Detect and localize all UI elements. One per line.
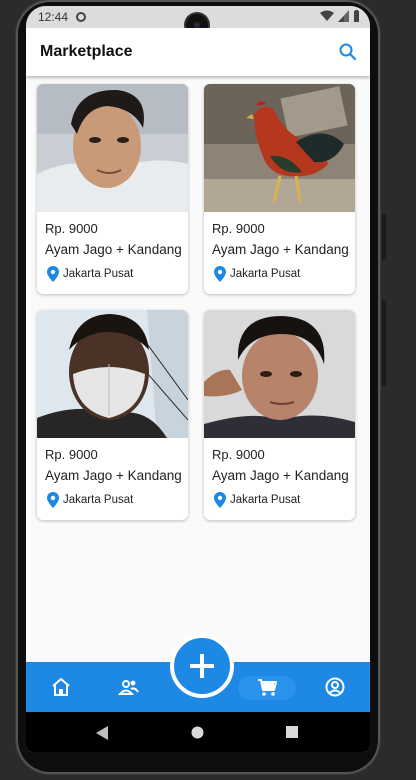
- home-icon[interactable]: [50, 676, 72, 698]
- location-pin-icon: [214, 266, 226, 282]
- cart-icon[interactable]: [256, 676, 278, 698]
- location-text: Jakarta Pusat: [63, 268, 134, 280]
- product-location: Jakarta Pusat: [47, 266, 133, 282]
- product-location: Jakarta Pusat: [47, 492, 133, 508]
- product-title: Ayam Jago + Kandang: [45, 242, 182, 257]
- app-screen: 12:44 Marketplace Rp. 9000 Ayam Jago + K…: [26, 6, 370, 752]
- people-icon[interactable]: [118, 676, 140, 698]
- product-location: Jakarta Pusat: [214, 492, 300, 508]
- power-button: [382, 300, 386, 386]
- add-button[interactable]: [170, 634, 234, 698]
- settings-icon: [76, 12, 87, 22]
- search-icon[interactable]: [338, 42, 358, 62]
- location-text: Jakarta Pusat: [230, 494, 301, 506]
- system-navigation-bar: [26, 712, 370, 752]
- product-price: Rp. 9000: [45, 221, 98, 236]
- location-text: Jakarta Pusat: [63, 494, 134, 506]
- recents-icon[interactable]: [286, 726, 298, 738]
- product-card[interactable]: Rp. 9000 Ayam Jago + Kandang Jakarta Pus…: [204, 84, 355, 294]
- location-pin-icon: [47, 492, 59, 508]
- app-bar: Marketplace: [26, 28, 370, 76]
- signal-icon: [338, 10, 349, 22]
- status-icons: [320, 10, 360, 22]
- add-icon: [190, 654, 214, 678]
- product-title: Ayam Jago + Kandang: [212, 468, 349, 483]
- volume-button: [382, 214, 386, 260]
- product-location: Jakarta Pusat: [214, 266, 300, 282]
- location-text: Jakarta Pusat: [230, 268, 301, 280]
- product-price: Rp. 9000: [212, 447, 265, 462]
- account-icon[interactable]: [324, 676, 346, 698]
- home-button-icon[interactable]: [191, 726, 204, 739]
- back-icon[interactable]: [96, 726, 108, 740]
- young-man-selfie-photo: [204, 310, 355, 438]
- product-card[interactable]: Rp. 9000 Ayam Jago + Kandang Jakarta Pus…: [37, 84, 188, 294]
- battery-icon: [354, 10, 359, 22]
- product-title: Ayam Jago + Kandang: [212, 242, 349, 257]
- product-price: Rp. 9000: [212, 221, 265, 236]
- location-pin-icon: [47, 266, 59, 282]
- location-pin-icon: [214, 492, 226, 508]
- man-with-mask-photo: [37, 310, 188, 438]
- man-selfie-photo: [37, 84, 188, 212]
- page-title: Marketplace: [40, 43, 133, 60]
- product-title: Ayam Jago + Kandang: [45, 468, 182, 483]
- product-card[interactable]: Rp. 9000 Ayam Jago + Kandang Jakarta Pus…: [37, 310, 188, 520]
- status-time: 12:44: [38, 10, 69, 24]
- product-price: Rp. 9000: [45, 447, 98, 462]
- rooster-photo: [204, 84, 355, 212]
- wifi-icon: [320, 10, 334, 21]
- product-card[interactable]: Rp. 9000 Ayam Jago + Kandang Jakarta Pus…: [204, 310, 355, 520]
